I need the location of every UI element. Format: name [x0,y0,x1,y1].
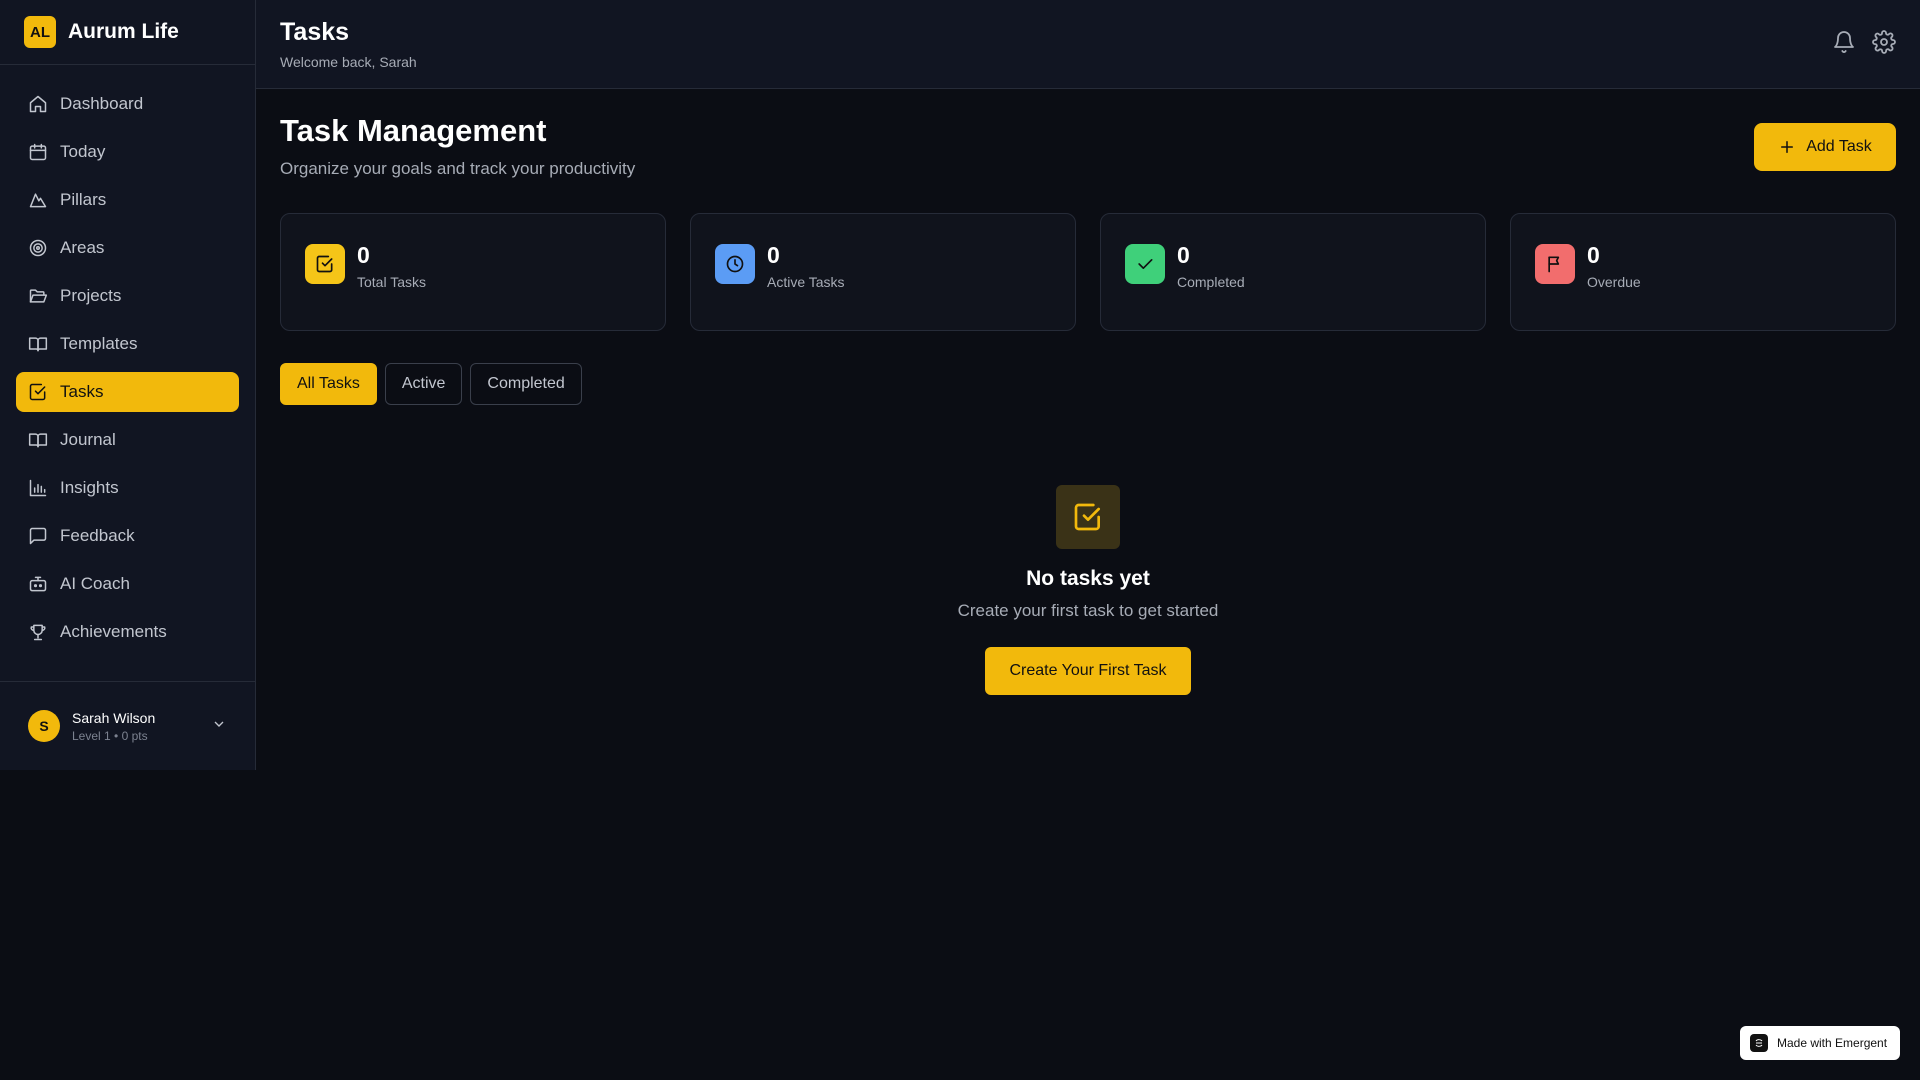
sidebar-item-label: Today [60,142,106,161]
sidebar-item-label: Tasks [60,382,104,401]
flag-icon [1535,244,1575,284]
stat-label: Completed [1177,274,1245,290]
sidebar-item-label: Templates [60,334,138,353]
home-icon [29,95,47,113]
empty-state-title: No tasks yet [1026,567,1150,590]
add-task-button[interactable]: Add Task [1754,123,1896,171]
stats-row: 0 Total Tasks 0 Active Tasks 0 Completed… [280,213,1896,331]
stat-label: Total Tasks [357,274,426,290]
stat-card-total: 0 Total Tasks [280,213,666,331]
tab-active[interactable]: Active [384,363,463,405]
tab-completed[interactable]: Completed [470,363,582,405]
task-filter-tabs: All Tasks Active Completed [280,363,590,405]
sidebar-item-areas[interactable]: Areas [16,228,239,268]
add-task-label: Add Task [1806,138,1872,155]
empty-state: No tasks yet Create your first task to g… [280,485,1896,695]
user-info: Sarah Wilson Level 1 • 0 pts [72,710,155,743]
trophy-icon [30,624,46,641]
stat-label: Overdue [1587,274,1641,290]
sidebar-item-label: Insights [60,478,119,497]
sidebar-item-today[interactable]: Today [16,132,239,172]
stat-card-completed: 0 Completed [1100,213,1486,331]
emergent-logo-icon [1750,1034,1768,1052]
sidebar-item-label: Pillars [60,190,107,209]
sidebar-item-label: Journal [60,430,116,449]
page-header-title: Tasks [280,18,350,46]
calendar-icon [29,143,47,161]
stat-value: 0 [767,242,780,268]
sidebar-item-label: Projects [60,286,122,305]
sidebar-item-tasks[interactable]: Tasks [16,372,239,412]
avatar: S [28,710,60,742]
book-open-icon [28,337,48,352]
badge-text: Made with Emergent [1777,1036,1888,1050]
sidebar-item-achievements[interactable]: Achievements [16,612,239,652]
tab-all-tasks[interactable]: All Tasks [280,363,377,405]
check-icon [1125,244,1165,284]
page-subtitle: Organize your goals and track your produ… [280,159,636,178]
empty-state-subtitle: Create your first task to get started [957,601,1219,620]
sidebar-nav: Dashboard Today Pillars Areas Projects T… [0,65,255,652]
sidebar-item-label: Areas [60,238,105,257]
stat-value: 0 [357,242,370,268]
sidebar-item-pillars[interactable]: Pillars [16,180,239,220]
check-square-icon [1056,485,1120,549]
stat-value: 0 [1177,242,1190,268]
welcome-text: Welcome back, Sarah [280,54,417,70]
user-menu[interactable]: S Sarah Wilson Level 1 • 0 pts [0,681,255,770]
check-square-icon [305,244,345,284]
sidebar-item-ai-coach[interactable]: AI Coach [16,564,239,604]
brand-name: Aurum Life [68,20,179,43]
stat-card-active: 0 Active Tasks [690,213,1076,331]
user-level: Level 1 • 0 pts [72,728,148,743]
bar-chart-icon [29,479,47,497]
folder-open-icon [29,289,48,303]
stat-card-overdue: 0 Overdue [1510,213,1896,331]
sidebar-item-templates[interactable]: Templates [16,324,239,364]
brand[interactable]: AL Aurum Life [0,0,255,65]
stat-value: 0 [1587,242,1600,268]
check-square-icon [29,383,46,401]
top-header: Tasks Welcome back, Sarah [256,0,1920,89]
plus-icon [1781,141,1794,153]
sidebar-item-label: Feedback [60,526,135,545]
sidebar-item-journal[interactable]: Journal [16,420,239,460]
sidebar-item-insights[interactable]: Insights [16,468,239,508]
page-title: Task Management [280,113,547,148]
sidebar-item-dashboard[interactable]: Dashboard [16,84,239,124]
gear-icon[interactable] [1872,30,1896,54]
sidebar: AL Aurum Life Dashboard Today Pillars Ar… [0,0,256,770]
book-open-icon [28,433,48,448]
made-with-emergent-badge[interactable]: Made with Emergent [1740,1026,1900,1060]
bell-icon[interactable] [1832,30,1856,54]
chevron-down-icon[interactable] [211,716,227,732]
message-icon [29,527,47,545]
target-icon [29,239,47,257]
brand-logo: AL [24,16,56,48]
bot-icon [29,576,47,592]
sidebar-item-label: Dashboard [60,94,144,113]
mountain-icon [29,193,47,208]
sidebar-item-feedback[interactable]: Feedback [16,516,239,556]
clock-icon [715,244,755,284]
user-name: Sarah Wilson [72,709,156,726]
stat-label: Active Tasks [767,274,845,290]
create-first-task-button[interactable]: Create Your First Task [985,647,1191,695]
sidebar-item-projects[interactable]: Projects [16,276,239,316]
sidebar-item-label: Achievements [60,622,167,641]
sidebar-item-label: AI Coach [60,574,130,593]
